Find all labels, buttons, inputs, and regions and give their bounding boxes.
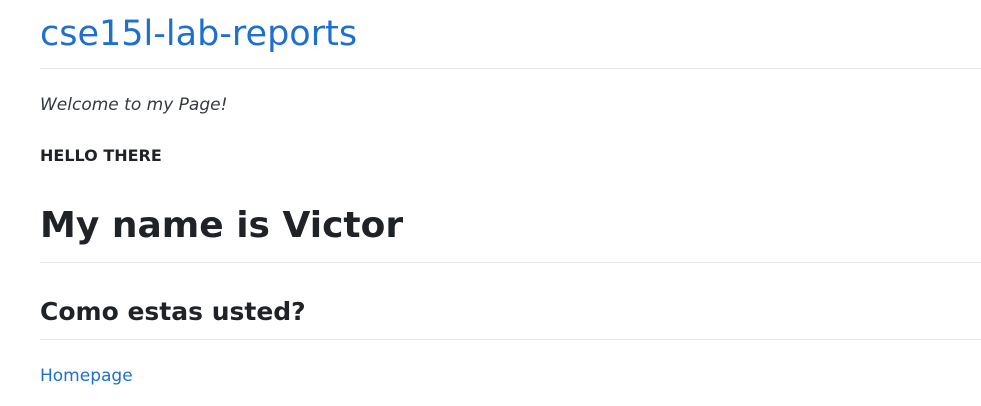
heading-greeting-divider — [40, 339, 981, 340]
site-title-link[interactable]: cse15l-lab-reports — [40, 12, 357, 56]
heading-greeting: Como estas usted? — [40, 297, 306, 326]
welcome-text: Welcome to my Page! — [40, 95, 228, 115]
header-divider — [40, 68, 981, 69]
homepage-link[interactable]: Homepage — [40, 365, 133, 387]
hello-text: HELLO THERE — [40, 146, 162, 165]
heading-name: My name is Victor — [40, 205, 404, 246]
heading-name-divider — [40, 262, 981, 263]
